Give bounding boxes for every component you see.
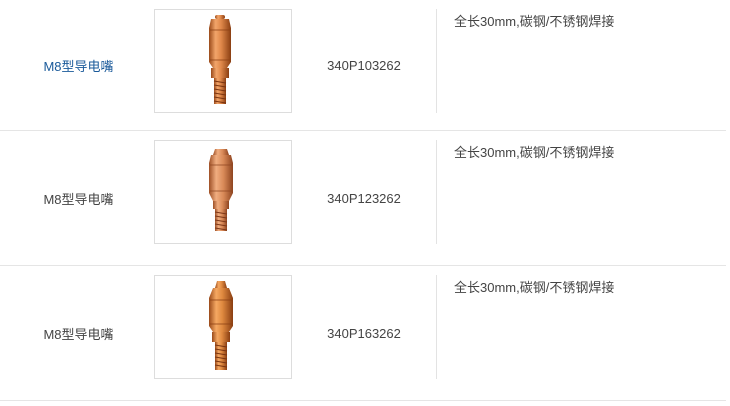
product-code-cell: 340P103262 (300, 0, 428, 130)
product-description-cell: 全长30mm,碳钢/不锈钢焊接 (454, 142, 614, 161)
product-description-cell: 全长30mm,碳钢/不锈钢焊接 (454, 277, 614, 296)
product-name-cell: M8型导电嘴 (0, 266, 157, 400)
product-description-cell: 全长30mm,碳钢/不锈钢焊接 (454, 11, 614, 30)
contact-tip-image (209, 281, 233, 370)
product-table: M8型导电嘴 340P103262 全长30mm,碳钢/不锈钢焊接 M8型导电嘴… (0, 0, 726, 401)
product-name: M8型导电嘴 (43, 326, 114, 342)
product-image (154, 140, 292, 244)
product-code-cell: 340P123262 (300, 131, 428, 265)
product-code: 340P163262 (327, 325, 401, 341)
table-row: M8型导电嘴 (0, 0, 726, 131)
product-image (154, 9, 292, 113)
product-image (154, 275, 292, 379)
contact-tip-image (209, 149, 233, 231)
product-code: 340P123262 (327, 190, 401, 206)
column-divider (436, 275, 437, 379)
product-name-cell: M8型导电嘴 (0, 131, 157, 265)
product-code-cell: 340P163262 (300, 266, 428, 400)
column-divider (436, 140, 437, 244)
product-description: 全长30mm,碳钢/不锈钢焊接 (454, 145, 615, 160)
product-name-cell: M8型导电嘴 (0, 0, 157, 130)
table-row: M8型导电嘴 (0, 266, 726, 401)
product-code: 340P103262 (327, 57, 401, 73)
column-divider (436, 9, 437, 113)
product-description: 全长30mm,碳钢/不锈钢焊接 (454, 280, 615, 295)
product-name-link[interactable]: M8型导电嘴 (43, 56, 113, 75)
contact-tip-image (209, 15, 231, 104)
product-description: 全长30mm,碳钢/不锈钢焊接 (454, 14, 615, 29)
product-name: M8型导电嘴 (43, 191, 114, 207)
table-row: M8型导电嘴 (0, 131, 726, 266)
